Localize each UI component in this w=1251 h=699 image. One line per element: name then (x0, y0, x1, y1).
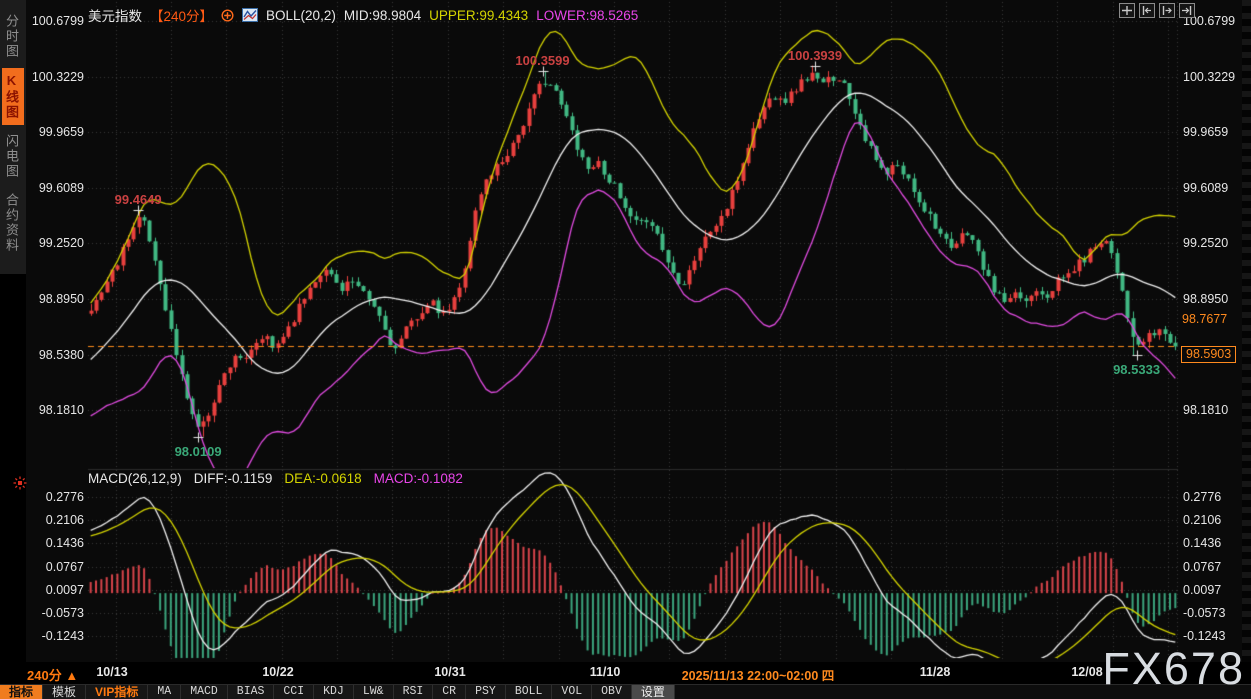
trading-app-window: 分时图 K线图闪电图合约资料 美元指数 【240分】 BOLL(20,2) MID… (0, 0, 1251, 699)
macd-y-axis-label-right: 0.2106 (1183, 512, 1243, 528)
zoom-in-icon[interactable] (1159, 3, 1175, 18)
prev-price-tag: 98.7677 (1182, 311, 1227, 327)
up-triangle-icon: ▲ (65, 668, 78, 683)
boll-upper-value: UPPER:99.4343 (429, 8, 528, 23)
macd-diff-value: DIFF:-0.1159 (194, 471, 273, 486)
toolbar-item-obv[interactable]: OBV (592, 685, 632, 699)
x-axis-period-label[interactable]: 240分 ▲ (27, 665, 78, 684)
extreme-price-label: 99.4649 (115, 192, 162, 207)
main-y-axis-label-left: 98.5380 (26, 347, 84, 363)
main-y-axis-label-right: 99.9659 (1183, 124, 1243, 140)
period-label: 【240分】 (150, 5, 213, 25)
extreme-price-label: 100.3939 (788, 48, 842, 63)
toolbar-item-kdj[interactable]: KDJ (314, 685, 354, 699)
extreme-price-label: 98.5333 (1113, 362, 1160, 377)
macd-y-axis-label-right: -0.0573 (1183, 605, 1243, 621)
toolbar-item-psy[interactable]: PSY (466, 685, 506, 699)
toolbar-item-templates[interactable]: 模板 (43, 685, 86, 699)
macd-header: MACD(26,12,9) DIFF:-0.1159 DEA:-0.0618 M… (88, 471, 463, 486)
toolbar-item-rsi[interactable]: RSI (394, 685, 434, 699)
indicator-toolbar: 指标模板VIP指标MAMACDBIASCCIKDJLW&RSICRPSYBOLL… (0, 684, 1251, 699)
main-y-axis-label-left: 100.3229 (26, 69, 84, 85)
toolbar-item-lw[interactable]: LW& (354, 685, 394, 699)
toolbar-item-settings[interactable]: 设置 (632, 685, 675, 699)
main-y-axis-label-right: 98.8950 (1183, 291, 1243, 307)
sidebar-item-contract-info[interactable]: 合约资料 (2, 188, 24, 258)
boll-lower-value: LOWER:98.5265 (536, 8, 638, 23)
toolbar-item-bias[interactable]: BIAS (228, 685, 275, 699)
macd-y-axis-label-right: 0.0097 (1183, 582, 1243, 598)
macd-hist-value: MACD:-0.1082 (374, 471, 463, 486)
toolbar-item-cci[interactable]: CCI (274, 685, 314, 699)
boll-mid-value: MID:98.9804 (344, 8, 421, 23)
toolbar-item-vol[interactable]: VOL (552, 685, 592, 699)
macd-y-axis-label-left: 0.2106 (26, 512, 84, 528)
macd-y-axis-label-left: -0.1243 (26, 628, 84, 644)
chart-style-icon[interactable] (242, 8, 258, 22)
extreme-price-label: 98.0109 (175, 444, 222, 459)
macd-title: MACD(26,12,9) (88, 471, 182, 486)
x-axis-datetime-highlight: 2025/11/13 22:00~02:00 四 (682, 665, 835, 684)
sidebar-item-timeshare[interactable]: 分时图 (2, 9, 24, 64)
toolbar-item-indicators[interactable]: 指标 (0, 685, 43, 699)
toolbar-item-cr[interactable]: CR (433, 685, 466, 699)
extreme-price-label: 100.3599 (515, 53, 569, 68)
main-y-axis-label-right: 98.1810 (1183, 402, 1243, 418)
sidebar-item-lightning[interactable]: 闪电图 (2, 129, 24, 184)
symbol-name: 美元指数 (88, 5, 142, 25)
x-axis-date-label: 10/13 (96, 665, 127, 679)
x-axis-date-label: 10/31 (434, 665, 465, 679)
last-price-tag: 98.5903 (1181, 346, 1236, 363)
macd-y-axis-label-left: -0.0573 (26, 605, 84, 621)
x-axis-row: 240分 ▲ 10/13 10/22 10/31 11/10 2025/11/13 22… (0, 662, 1251, 684)
main-y-axis-label-left: 99.9659 (26, 124, 84, 140)
main-y-axis-label-left: 100.6799 (26, 13, 84, 29)
toolbar-item-macd[interactable]: MACD (181, 685, 228, 699)
macd-dea-value: DEA:-0.0618 (284, 471, 361, 486)
toolbar-item-boll[interactable]: BOLL (506, 685, 553, 699)
toolbar-item-vip-indicators[interactable]: VIP指标 (86, 685, 148, 699)
main-y-axis-label-left: 98.1810 (26, 402, 84, 418)
x-axis-date-label: 12/08 (1071, 665, 1102, 679)
add-indicator-icon[interactable] (221, 9, 234, 22)
macd-y-axis-label-left: 0.2776 (26, 489, 84, 505)
price-chart-canvas[interactable] (0, 0, 1251, 662)
watermark: FX678 (1102, 643, 1245, 695)
main-y-axis-label-left: 98.8950 (26, 291, 84, 307)
main-y-axis-label-left: 99.6089 (26, 180, 84, 196)
macd-y-axis-label-right: 0.0767 (1183, 559, 1243, 575)
sidebar-item-kline[interactable]: K线图 (2, 68, 24, 125)
macd-alert-icon[interactable] (13, 476, 27, 495)
vertical-scrollbar[interactable] (1242, 0, 1251, 662)
chart-type-sidebar: 分时图 K线图闪电图合约资料 (0, 0, 26, 662)
macd-y-axis-label-right: 0.2776 (1183, 489, 1243, 505)
main-y-axis-label-left: 99.2520 (26, 235, 84, 251)
indicator-name: BOLL(20,2) (266, 8, 336, 23)
chart-tool-buttons (1119, 3, 1195, 18)
x-axis-date-label: 11/28 (920, 665, 951, 679)
macd-y-axis-label-right: 0.1436 (1183, 535, 1243, 551)
zoom-out-icon[interactable] (1139, 3, 1155, 18)
pan-right-icon[interactable] (1179, 3, 1195, 18)
chart-header: 美元指数 【240分】 BOLL(20,2) MID:98.9804 UPPER… (88, 5, 638, 25)
macd-y-axis-label-right: -0.1243 (1183, 628, 1243, 644)
toolbar-item-ma[interactable]: MA (148, 685, 181, 699)
macd-y-axis-label-left: 0.1436 (26, 535, 84, 551)
x-axis-date-label: 11/10 (590, 665, 621, 679)
main-y-axis-label-right: 99.6089 (1183, 180, 1243, 196)
x-axis-date-label: 10/22 (262, 665, 293, 679)
move-crosshair-icon[interactable] (1119, 3, 1135, 18)
macd-y-axis-label-left: 0.0767 (26, 559, 84, 575)
macd-y-axis-label-left: 0.0097 (26, 582, 84, 598)
main-y-axis-label-right: 100.3229 (1183, 69, 1243, 85)
main-y-axis-label-right: 99.2520 (1183, 235, 1243, 251)
